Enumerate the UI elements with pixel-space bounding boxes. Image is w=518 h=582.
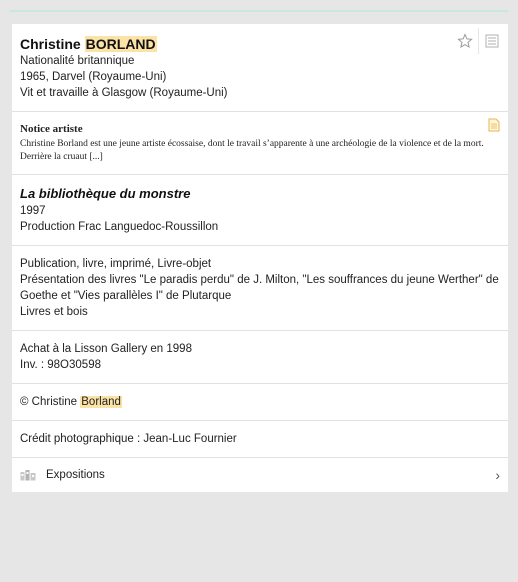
notice-text: Christine Borland est une jeune artiste … <box>20 139 484 162</box>
work-production: Production Frac Languedoc-Roussillon <box>20 221 219 233</box>
star-icon <box>457 33 473 49</box>
copyright-prefix: © Christine <box>20 396 81 408</box>
work-title: La bibliothèque du monstre <box>20 186 191 201</box>
notice-title: Notice artiste <box>20 123 83 135</box>
photo-credit: Crédit photographique : Jean-Luc Fournie… <box>12 421 508 458</box>
exhibitions-row[interactable]: Expositions › <box>12 458 508 492</box>
inventory-number: Inv. : 98O30598 <box>20 359 101 371</box>
work-year: 1997 <box>20 205 46 217</box>
work-info: La bibliothèque du monstre 1997 Producti… <box>12 175 508 246</box>
artist-first-name: Christine <box>20 36 81 52</box>
copyright-info: © Christine Borland <box>12 384 508 421</box>
work-materials: Livres et bois <box>20 306 88 318</box>
acquisition-info: Achat à la Lisson Gallery en 1998 Inv. :… <box>12 331 508 384</box>
artist-birth: 1965, Darvel (Royaume-Uni) <box>20 71 167 83</box>
work-description: Publication, livre, imprimé, Livre-objet… <box>12 246 508 331</box>
document-icon[interactable] <box>488 118 500 132</box>
artist-header: Christine BORLAND Nationalité britanniqu… <box>12 24 508 112</box>
copyright-line: © Christine Borland <box>20 394 500 410</box>
work-presentation: Présentation des livres "Le paradis perd… <box>20 274 499 302</box>
artist-name[interactable]: Christine BORLAND <box>20 35 500 53</box>
list-button[interactable] <box>478 28 504 54</box>
artist-nationality: Nationalité britannique <box>20 55 135 67</box>
artist-last-name: BORLAND <box>84 36 157 52</box>
chevron-right-icon: › <box>495 467 500 483</box>
favorite-button[interactable] <box>452 28 478 54</box>
copyright-name: Borland <box>80 396 122 408</box>
photo-credit-text: Crédit photographique : Jean-Luc Fournie… <box>20 433 237 445</box>
acquisition-text: Achat à la Lisson Gallery en 1998 <box>20 343 192 355</box>
exhibitions-label: Expositions <box>46 469 105 481</box>
list-icon <box>485 34 498 48</box>
artist-notice[interactable]: Notice artiste Christine Borland est une… <box>12 112 508 175</box>
top-accent-bar <box>0 0 518 12</box>
exhibitions-icon <box>20 470 36 481</box>
artwork-card: Christine BORLAND Nationalité britanniqu… <box>12 24 508 492</box>
artist-residence: Vit et travaille à Glasgow (Royaume-Uni) <box>20 87 228 99</box>
work-category: Publication, livre, imprimé, Livre-objet <box>20 258 212 270</box>
card-tools <box>452 28 504 54</box>
